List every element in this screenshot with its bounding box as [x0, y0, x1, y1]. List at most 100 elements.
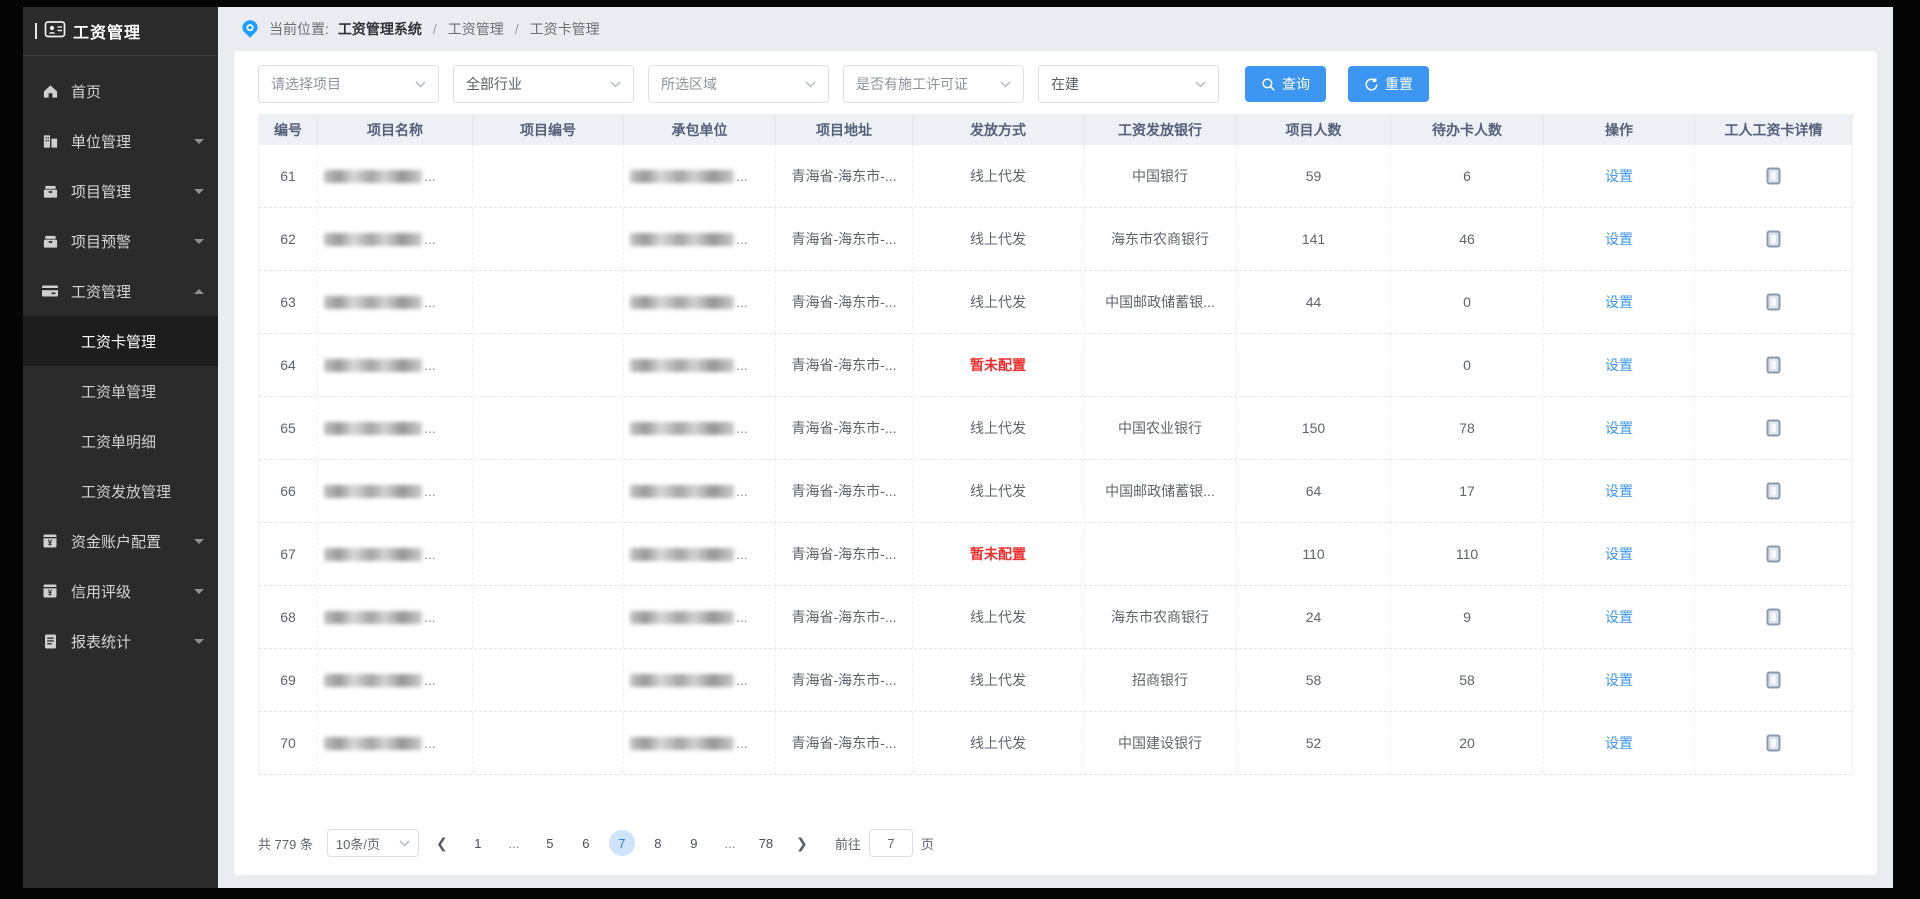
cell-project-code — [473, 649, 624, 711]
wage-card-detail-icon[interactable] — [1766, 230, 1781, 248]
page-button-6[interactable]: 6 — [573, 830, 599, 856]
cell-action: 设置 — [1544, 271, 1695, 333]
cell-pending-cards: 0 — [1391, 334, 1544, 396]
cell-pay-method: 线上代发 — [913, 712, 1084, 774]
pay-method-value: 线上代发 — [970, 166, 1026, 186]
sidebar-subitem[interactable]: 工资发放管理 — [23, 466, 218, 516]
redacted-text — [630, 422, 734, 435]
pay-method-value: 线上代发 — [970, 607, 1026, 627]
cell-id: 65 — [259, 397, 318, 459]
sidebar-subitem[interactable]: 工资单明细 — [23, 416, 218, 466]
settings-link[interactable]: 设置 — [1605, 355, 1633, 375]
cell-bank: 招商银行 — [1084, 649, 1237, 711]
cell-pending-cards: 9 — [1391, 586, 1544, 648]
settings-link[interactable]: 设置 — [1605, 670, 1633, 690]
cell-id: 69 — [259, 649, 318, 711]
wage-card-detail-icon[interactable] — [1766, 482, 1781, 500]
settings-link[interactable]: 设置 — [1605, 607, 1633, 627]
filter-select-4[interactable]: 是否有施工许可证 — [843, 65, 1024, 103]
cell-contractor: ... — [624, 334, 776, 396]
page-button-7[interactable]: 7 — [609, 830, 635, 856]
filter-select-1[interactable]: 请选择项目 — [258, 65, 439, 103]
filter-select-2[interactable]: 全部行业 — [453, 65, 634, 103]
settings-link[interactable]: 设置 — [1605, 418, 1633, 438]
sidebar-item-5[interactable]: 工资管理 — [23, 266, 218, 316]
ellipsis: ... — [736, 546, 748, 562]
wage-card-detail-icon[interactable] — [1766, 734, 1781, 752]
cell-pay-method: 线上代发 — [913, 208, 1084, 270]
wage-card-detail-icon[interactable] — [1766, 293, 1781, 311]
cell-bank: 中国邮政储蓄银... — [1084, 460, 1237, 522]
ellipsis: ... — [736, 672, 748, 688]
column-header: 编号 — [259, 114, 318, 145]
sidebar-item-3[interactable]: 项目管理 — [23, 166, 218, 216]
settings-link[interactable]: 设置 — [1605, 292, 1633, 312]
cell-people-count: 52 — [1237, 712, 1391, 774]
location-pin-icon — [240, 19, 260, 39]
goto-page-input[interactable] — [869, 829, 913, 857]
redacted-text — [324, 737, 422, 750]
wage-card-detail-icon[interactable] — [1766, 608, 1781, 626]
page-size-select[interactable]: 10条/页 — [327, 829, 419, 857]
goto-page: 前往页 — [835, 829, 934, 857]
page-button-8[interactable]: 8 — [645, 830, 671, 856]
sidebar-item-label: 首页 — [71, 81, 204, 102]
org-icon — [41, 132, 59, 150]
sidebar-item-2[interactable]: 单位管理 — [23, 116, 218, 166]
cell-project-name: ... — [318, 145, 473, 207]
breadcrumb-item-1[interactable]: 工资管理 — [448, 19, 504, 39]
pay-method-value: 线上代发 — [970, 418, 1026, 438]
wage-card-detail-icon[interactable] — [1766, 356, 1781, 374]
filter-select-text: 全部行业 — [466, 74, 522, 94]
page-button-9[interactable]: 9 — [681, 830, 707, 856]
wage-card-detail-icon[interactable] — [1766, 419, 1781, 437]
cell-pay-method: 暂未配置 — [913, 523, 1084, 585]
wage-card-detail-icon[interactable] — [1766, 671, 1781, 689]
pay-method-value: 线上代发 — [970, 670, 1026, 690]
settings-link[interactable]: 设置 — [1605, 481, 1633, 501]
cell-bank: 中国农业银行 — [1084, 397, 1237, 459]
page-button-1[interactable]: 1 — [465, 830, 491, 856]
sidebar-item-1[interactable]: 首页 — [23, 66, 218, 116]
next-page-button[interactable]: ❯ — [789, 830, 815, 856]
wage-card-detail-icon[interactable] — [1766, 545, 1781, 563]
cell-contractor: ... — [624, 649, 776, 711]
filter-select-3[interactable]: 所选区域 — [648, 65, 829, 103]
filter-select-text: 是否有施工许可证 — [856, 74, 968, 94]
filter-select-5[interactable]: 在建 — [1038, 65, 1219, 103]
reset-button[interactable]: 重置 — [1348, 66, 1429, 102]
settings-link[interactable]: 设置 — [1605, 544, 1633, 564]
cell-address: 青海省-海东市-... — [776, 271, 913, 333]
ellipsis: ... — [424, 168, 436, 184]
wage-card-detail-icon[interactable] — [1766, 167, 1781, 185]
breadcrumb: 当前位置: 工资管理系统 / 工资管理 / 工资卡管理 — [218, 7, 1893, 51]
cell-action: 设置 — [1544, 649, 1695, 711]
ellipsis: ... — [424, 735, 436, 751]
column-header: 工资发放银行 — [1084, 114, 1237, 145]
column-header: 待办卡人数 — [1391, 114, 1544, 145]
sidebar-item-7[interactable]: ¥信用评级 — [23, 566, 218, 616]
prev-page-button[interactable]: ❮ — [429, 830, 455, 856]
cell-people-count: 110 — [1237, 523, 1391, 585]
breadcrumb-separator: / — [433, 21, 437, 37]
settings-link[interactable]: 设置 — [1605, 166, 1633, 186]
settings-link[interactable]: 设置 — [1605, 733, 1633, 753]
cell-bank — [1084, 334, 1237, 396]
pagination-total: 共 779 条 — [258, 834, 313, 853]
page-button-5[interactable]: 5 — [537, 830, 563, 856]
search-button[interactable]: 查询 — [1245, 66, 1326, 102]
filter-select-text: 所选区域 — [661, 74, 717, 94]
sidebar-subitem[interactable]: 工资单管理 — [23, 366, 218, 416]
sidebar-item-6[interactable]: ¥资金账户配置 — [23, 516, 218, 566]
column-header: 工人工资卡详情 — [1695, 114, 1852, 145]
cell-address: 青海省-海东市-... — [776, 586, 913, 648]
sidebar-item-4[interactable]: 项目预警 — [23, 216, 218, 266]
cell-people-count: 141 — [1237, 208, 1391, 270]
page-button-78[interactable]: 78 — [753, 830, 779, 856]
settings-link[interactable]: 设置 — [1605, 229, 1633, 249]
cell-address: 青海省-海东市-... — [776, 649, 913, 711]
cell-wage-card-detail — [1695, 523, 1852, 585]
sidebar-item-8[interactable]: 报表统计 — [23, 616, 218, 666]
sidebar-subitem[interactable]: 工资卡管理 — [23, 316, 218, 366]
cell-contractor: ... — [624, 712, 776, 774]
